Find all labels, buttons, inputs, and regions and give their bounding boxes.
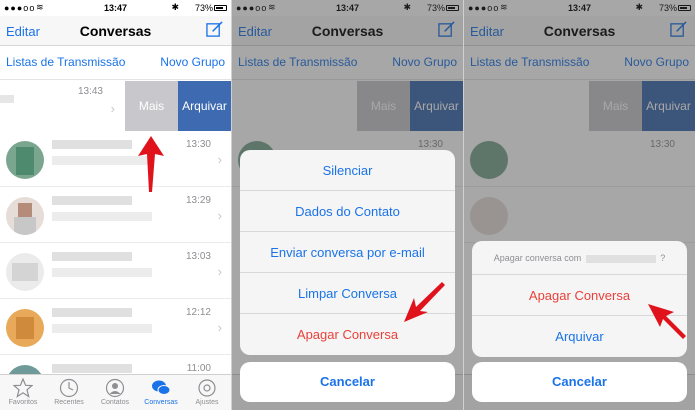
- archive-button[interactable]: Arquivar: [178, 81, 231, 131]
- email-chat-button[interactable]: Enviar conversa por e-mail: [240, 232, 455, 273]
- battery-icon: [214, 5, 227, 11]
- chevron-right-icon: ›: [110, 101, 115, 116]
- cancel-button[interactable]: Cancelar: [472, 362, 687, 402]
- tab-recentes[interactable]: Recentes: [46, 375, 92, 410]
- clock-icon: [59, 378, 79, 398]
- blurred-name: [52, 364, 132, 373]
- tab-bar: Favoritos Recentes Contatos Conversas Aj…: [0, 374, 231, 410]
- chevron-right-icon: ›: [217, 264, 222, 279]
- chat-time: 12:12: [185, 307, 211, 318]
- tab-conversas[interactable]: Conversas: [138, 375, 184, 410]
- chat-time: 13:03: [185, 251, 211, 262]
- broadcast-lists-link[interactable]: Listas de Transmissão: [6, 55, 125, 69]
- red-arrow-annotation: [648, 304, 686, 339]
- chat-bubbles-icon: [152, 380, 171, 395]
- blurred-name: [52, 308, 132, 317]
- blurred-name: [52, 140, 132, 149]
- confirm-prompt-suffix: ?: [660, 253, 666, 263]
- swiped-chat-content[interactable]: 13:43 ›: [0, 81, 125, 131]
- blurred-contact-name: [585, 254, 656, 263]
- tab-label: Conversas: [144, 399, 178, 406]
- page-title: Conversas: [79, 23, 152, 39]
- tab-label: Ajustes: [195, 399, 219, 406]
- tab-ajustes[interactable]: Ajustes: [184, 375, 230, 410]
- tab-label: Favoritos: [8, 399, 38, 406]
- panel-more-options: ●●●oo ≋ 13:47 ✱ 73% Editar Conversas Lis…: [232, 0, 463, 410]
- avatar: [6, 141, 44, 179]
- panel-chat-list: ●●●oo ≋ 13:47 ✱ 73% Editar Conversas Lis…: [0, 0, 231, 410]
- tab-favoritos[interactable]: Favoritos: [0, 375, 46, 410]
- battery-percent: 73%: [194, 3, 213, 13]
- confirm-prompt-text: Apagar conversa com: [493, 253, 582, 263]
- tab-label: Contatos: [100, 399, 130, 406]
- panel-confirm-delete: ●●●oo ≋ 13:47 ✱ 73% Editar Conversas Lis…: [464, 0, 695, 410]
- avatar: [6, 197, 44, 235]
- avatar: [6, 309, 44, 347]
- cancel-button[interactable]: Cancelar: [240, 362, 455, 402]
- list-item[interactable]: 13:03 ›: [0, 244, 231, 299]
- chevron-right-icon: ›: [217, 320, 222, 335]
- star-icon: [13, 378, 33, 398]
- action-sheet: Silenciar Dados do Contato Enviar conver…: [240, 150, 455, 355]
- list-item[interactable]: 13:30 ›: [0, 132, 231, 187]
- person-icon: [105, 378, 125, 398]
- chevron-right-icon: ›: [217, 208, 222, 223]
- blurred-message: [52, 212, 152, 221]
- chat-time: 11:00: [186, 363, 211, 374]
- status-bar: ●●●oo ≋ 13:47 ✱ 73%: [0, 0, 231, 16]
- new-group-link[interactable]: Novo Grupo: [160, 55, 225, 69]
- blurred-name: [0, 95, 14, 103]
- gear-icon: [198, 379, 216, 397]
- lists-row: Listas de Transmissão Novo Grupo: [0, 46, 231, 80]
- avatar: [6, 253, 44, 291]
- tab-label: Recentes: [54, 399, 84, 406]
- red-arrow-annotation: [404, 282, 445, 322]
- blurred-name: [52, 196, 132, 205]
- contact-info-button[interactable]: Dados do Contato: [240, 191, 455, 232]
- swiped-chat-row[interactable]: 13:43 › Mais Arquivar: [0, 81, 231, 131]
- compose-icon[interactable]: [206, 21, 223, 38]
- red-arrow-annotation: [138, 136, 164, 192]
- chevron-right-icon: ›: [217, 152, 222, 167]
- silence-button[interactable]: Silenciar: [240, 150, 455, 191]
- blurred-name: [52, 252, 132, 261]
- confirm-prompt: Apagar conversa com ?: [472, 241, 687, 275]
- chat-time: 13:43: [77, 86, 103, 97]
- chat-time: 13:30: [185, 139, 211, 150]
- chat-time: 13:29: [185, 195, 211, 206]
- more-button[interactable]: Mais: [125, 81, 178, 131]
- navigation-bar: Editar Conversas: [0, 16, 231, 46]
- list-item[interactable]: 13:29 ›: [0, 188, 231, 243]
- blurred-message: [52, 268, 152, 277]
- bluetooth-icon: ✱: [171, 2, 179, 12]
- blurred-message: [52, 324, 152, 333]
- tab-contatos[interactable]: Contatos: [92, 375, 138, 410]
- list-item[interactable]: 12:12 ›: [0, 300, 231, 355]
